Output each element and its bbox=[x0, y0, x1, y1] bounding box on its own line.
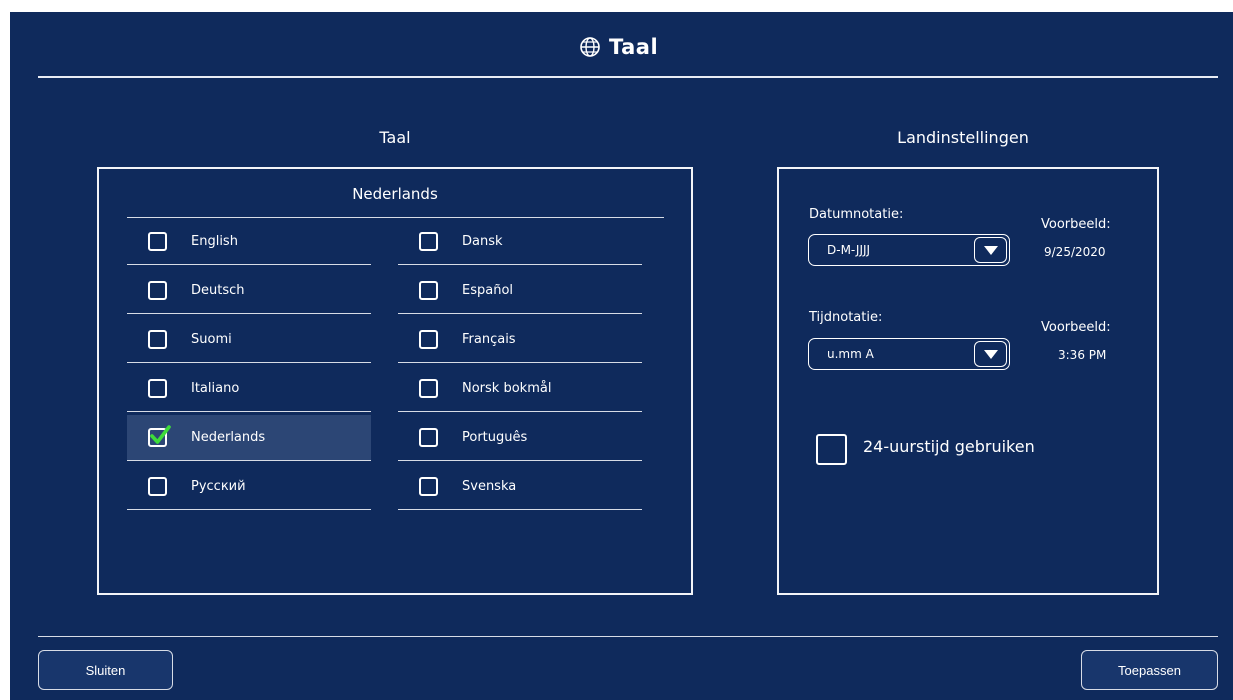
language-option-espanol[interactable]: Español bbox=[398, 268, 642, 314]
date-format-label: Datumnotatie: bbox=[809, 207, 904, 222]
language-option-svenska[interactable]: Svenska bbox=[398, 464, 642, 510]
language-panel: Nederlands English Deutsch Suomi Italian… bbox=[97, 167, 693, 595]
language-section-title: Taal bbox=[379, 128, 411, 147]
language-option-norsk[interactable]: Norsk bokmål bbox=[398, 366, 642, 412]
language-option-suomi[interactable]: Suomi bbox=[127, 317, 371, 363]
header-divider bbox=[38, 76, 1218, 78]
locale-panel: Datumnotatie: Voorbeeld: D-M-JJJJ 9/25/2… bbox=[777, 167, 1159, 595]
language-option-english[interactable]: English bbox=[127, 219, 371, 265]
checkbox[interactable] bbox=[148, 232, 167, 251]
language-label: Dansk bbox=[462, 234, 503, 249]
checkbox[interactable] bbox=[419, 428, 438, 447]
language-option-dansk[interactable]: Dansk bbox=[398, 219, 642, 265]
checkbox[interactable] bbox=[419, 477, 438, 496]
footer-divider bbox=[38, 636, 1218, 637]
checkbox[interactable] bbox=[148, 330, 167, 349]
date-format-value: D-M-JJJJ bbox=[827, 243, 871, 257]
language-label: Русский bbox=[191, 479, 246, 494]
language-label: Nederlands bbox=[191, 430, 266, 445]
checkbox[interactable] bbox=[148, 281, 167, 300]
language-label: Português bbox=[462, 430, 528, 445]
checkbox[interactable] bbox=[419, 330, 438, 349]
language-label: Deutsch bbox=[191, 283, 245, 298]
date-example-value: 9/25/2020 bbox=[1044, 245, 1106, 259]
date-format-select[interactable]: D-M-JJJJ bbox=[808, 234, 1010, 266]
language-dialog: Taal Taal Landinstellingen Nederlands En… bbox=[10, 12, 1233, 700]
language-label: Italiano bbox=[191, 381, 240, 396]
dialog-header: Taal bbox=[579, 32, 658, 62]
time-dropdown-button[interactable] bbox=[974, 341, 1007, 367]
checkbox[interactable] bbox=[419, 379, 438, 398]
time-format-value: u.mm A bbox=[827, 347, 874, 361]
language-option-nederlands[interactable]: Nederlands bbox=[127, 415, 371, 461]
current-language: Nederlands bbox=[352, 185, 438, 203]
time-example-label: Voorbeeld: bbox=[1041, 320, 1111, 335]
time-example-value: 3:36 PM bbox=[1058, 348, 1107, 362]
language-label: Español bbox=[462, 283, 514, 298]
language-label: Français bbox=[462, 332, 516, 347]
checkmark-icon bbox=[150, 425, 171, 444]
date-example-label: Voorbeeld: bbox=[1041, 217, 1111, 232]
checkbox-checked[interactable] bbox=[148, 425, 171, 447]
checkbox[interactable] bbox=[148, 379, 167, 398]
checkbox[interactable] bbox=[148, 477, 167, 496]
checkbox[interactable] bbox=[419, 281, 438, 300]
language-label: Norsk bokmål bbox=[462, 381, 552, 396]
locale-section-title: Landinstellingen bbox=[897, 128, 1029, 147]
language-divider bbox=[127, 217, 664, 218]
language-option-portugues[interactable]: Português bbox=[398, 415, 642, 461]
language-label: English bbox=[191, 234, 238, 249]
use-24h-label: 24-uurstijd gebruiken bbox=[863, 437, 1035, 456]
language-option-italiano[interactable]: Italiano bbox=[127, 366, 371, 412]
language-label: Svenska bbox=[462, 479, 517, 494]
time-format-label: Tijdnotatie: bbox=[809, 310, 883, 325]
use-24h-checkbox[interactable] bbox=[816, 434, 847, 465]
apply-button[interactable]: Toepassen bbox=[1081, 650, 1218, 690]
language-label: Suomi bbox=[191, 332, 232, 347]
chevron-down-icon bbox=[983, 349, 998, 359]
language-option-deutsch[interactable]: Deutsch bbox=[127, 268, 371, 314]
globe-icon bbox=[579, 36, 601, 58]
language-option-francais[interactable]: Français bbox=[398, 317, 642, 363]
language-option-russian[interactable]: Русский bbox=[127, 464, 371, 510]
chevron-down-icon bbox=[983, 245, 998, 255]
date-dropdown-button[interactable] bbox=[974, 237, 1007, 263]
dialog-title: Taal bbox=[609, 35, 659, 59]
time-format-select[interactable]: u.mm A bbox=[808, 338, 1010, 370]
checkbox[interactable] bbox=[419, 232, 438, 251]
close-button[interactable]: Sluiten bbox=[38, 650, 173, 690]
